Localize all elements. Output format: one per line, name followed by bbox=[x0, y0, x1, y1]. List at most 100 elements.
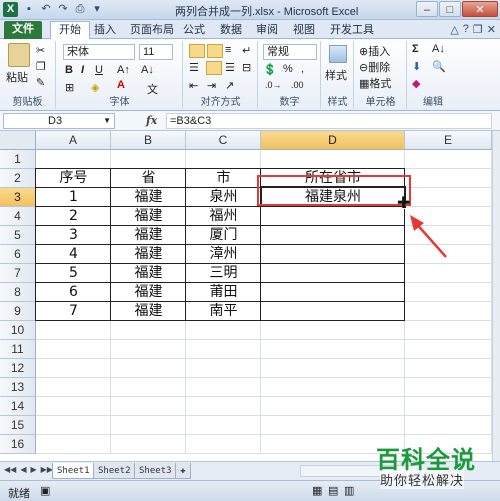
column-header-e[interactable]: E bbox=[405, 131, 492, 150]
row-header-13[interactable]: 13 bbox=[0, 378, 36, 397]
cell-b9[interactable]: 福建 bbox=[111, 302, 186, 321]
macro-record-icon[interactable]: ▣ bbox=[40, 484, 50, 497]
font-size-select[interactable]: 11 bbox=[139, 44, 173, 60]
cell-d6[interactable] bbox=[261, 245, 405, 264]
customize-icon[interactable]: ▾ bbox=[90, 2, 104, 17]
sort-filter-icon[interactable]: A↓ bbox=[432, 43, 445, 55]
row-header-10[interactable]: 10 bbox=[0, 321, 36, 340]
column-header-a[interactable]: A bbox=[36, 131, 111, 150]
cell-c9[interactable]: 南平 bbox=[186, 302, 261, 321]
copy-icon[interactable]: ❐ bbox=[36, 60, 46, 73]
cell-a8[interactable]: 6 bbox=[36, 283, 111, 302]
tab-data[interactable]: 数据 bbox=[212, 22, 250, 39]
bold-icon[interactable]: B bbox=[65, 64, 73, 76]
cell-c5[interactable]: 厦门 bbox=[186, 226, 261, 245]
sheet-tab-sheet1[interactable]: Sheet1 bbox=[52, 463, 95, 479]
font-color-icon[interactable]: A bbox=[117, 79, 125, 91]
cut-icon[interactable]: ✂ bbox=[36, 44, 45, 57]
cell-a6[interactable]: 4 bbox=[36, 245, 111, 264]
decrease-indent-icon[interactable]: ⇤ bbox=[189, 79, 198, 92]
cell-d5[interactable] bbox=[261, 226, 405, 245]
cell-a7[interactable]: 5 bbox=[36, 264, 111, 283]
print-preview-icon[interactable]: ⎙ bbox=[73, 2, 87, 17]
shrink-font-icon[interactable]: A↓ bbox=[141, 64, 154, 76]
row-header-6[interactable]: 6 bbox=[0, 245, 36, 264]
undo-icon[interactable]: ↶ bbox=[39, 2, 53, 17]
restore-icon[interactable]: ❐ bbox=[473, 23, 483, 36]
row-header-5[interactable]: 5 bbox=[0, 226, 36, 245]
insert-function-icon[interactable]: fx bbox=[146, 114, 157, 127]
cell-b2[interactable]: 省 bbox=[111, 169, 186, 188]
formula-input[interactable]: =B3&C3 bbox=[166, 113, 492, 129]
autosum-icon[interactable]: Σ bbox=[412, 43, 419, 55]
cell-a2[interactable]: 序号 bbox=[36, 169, 111, 188]
sheet-tab-sheet3[interactable]: Sheet3 bbox=[134, 463, 177, 479]
row-header-9[interactable]: 9 bbox=[0, 302, 36, 321]
cell-b6[interactable]: 福建 bbox=[111, 245, 186, 264]
page-break-view-icon[interactable]: ▥ bbox=[344, 484, 354, 497]
cell-a3[interactable]: 1 bbox=[36, 188, 111, 207]
help-icon[interactable]: ? bbox=[463, 23, 469, 36]
number-format-select[interactable]: 常规 bbox=[263, 44, 317, 60]
merge-center-icon[interactable]: ⊟ bbox=[242, 61, 251, 74]
comma-icon[interactable]: , bbox=[301, 63, 304, 75]
row-header-11[interactable]: 11 bbox=[0, 340, 36, 359]
cell-d9[interactable] bbox=[261, 302, 405, 321]
row-header-14[interactable]: 14 bbox=[0, 397, 36, 416]
row-header-15[interactable]: 15 bbox=[0, 416, 36, 435]
cell-d4[interactable] bbox=[261, 207, 405, 226]
align-right-icon[interactable]: ☰ bbox=[225, 61, 235, 74]
name-box[interactable]: D3 ▼ bbox=[3, 113, 115, 129]
currency-icon[interactable]: 💲 bbox=[263, 63, 277, 76]
page-layout-view-icon[interactable]: ▤ bbox=[328, 484, 338, 497]
cell-b3[interactable]: 福建 bbox=[111, 188, 186, 207]
fill-icon[interactable]: ⬇ bbox=[412, 60, 421, 73]
column-header-c[interactable]: C bbox=[186, 131, 261, 150]
styles-icon[interactable] bbox=[329, 45, 347, 63]
format-painter-icon[interactable]: ✎ bbox=[36, 76, 45, 89]
cell-d8[interactable] bbox=[261, 283, 405, 302]
next-sheet-icon[interactable]: ▶ bbox=[30, 465, 36, 474]
cell-c2[interactable]: 市 bbox=[186, 169, 261, 188]
cell-b5[interactable]: 福建 bbox=[111, 226, 186, 245]
font-name-select[interactable]: 宋体 bbox=[63, 44, 135, 60]
tab-view[interactable]: 视图 bbox=[285, 22, 323, 39]
clear-icon[interactable]: ◆ bbox=[412, 77, 420, 90]
cell-c6[interactable]: 漳州 bbox=[186, 245, 261, 264]
cell-b4[interactable]: 福建 bbox=[111, 207, 186, 226]
align-middle-icon[interactable] bbox=[207, 44, 223, 58]
paste-button[interactable]: 粘贴 bbox=[6, 69, 28, 85]
align-left-icon[interactable]: ☰ bbox=[189, 61, 199, 74]
tab-page-layout[interactable]: 页面布局 bbox=[122, 22, 182, 39]
close-icon[interactable]: ✕ bbox=[462, 1, 498, 17]
redo-icon[interactable]: ↷ bbox=[56, 2, 70, 17]
new-sheet-icon[interactable]: ✚ bbox=[175, 463, 191, 479]
underline-icon[interactable]: U bbox=[95, 64, 103, 76]
cell-a4[interactable]: 2 bbox=[36, 207, 111, 226]
increase-indent-icon[interactable]: ⇥ bbox=[207, 79, 216, 92]
grow-font-icon[interactable]: A↑ bbox=[117, 64, 130, 76]
tab-review[interactable]: 审阅 bbox=[248, 22, 286, 39]
workbook-close-icon[interactable]: ✕ bbox=[487, 23, 496, 36]
align-top-icon[interactable] bbox=[189, 44, 205, 58]
column-header-b[interactable]: B bbox=[111, 131, 186, 150]
row-header-7[interactable]: 7 bbox=[0, 264, 36, 283]
cell-a9[interactable]: 7 bbox=[36, 302, 111, 321]
tab-developer[interactable]: 开发工具 bbox=[322, 22, 382, 39]
percent-icon[interactable]: % bbox=[283, 63, 293, 75]
row-header-12[interactable]: 12 bbox=[0, 359, 36, 378]
normal-view-icon[interactable]: ▦ bbox=[312, 484, 322, 497]
italic-icon[interactable]: I bbox=[81, 64, 84, 76]
sheet-tab-sheet2[interactable]: Sheet2 bbox=[93, 463, 136, 479]
minimize-icon[interactable]: – bbox=[416, 1, 438, 17]
row-header-8[interactable]: 8 bbox=[0, 283, 36, 302]
row-header-3[interactable]: 3 bbox=[0, 188, 36, 207]
prev-sheet-icon[interactable]: ◀ bbox=[20, 465, 26, 474]
first-sheet-icon[interactable]: ◀◀ bbox=[4, 465, 16, 474]
cell-b7[interactable]: 福建 bbox=[111, 264, 186, 283]
orientation-icon[interactable]: ↗ bbox=[225, 79, 234, 92]
save-icon[interactable]: ▪ bbox=[22, 2, 36, 17]
vertical-scrollbar[interactable] bbox=[492, 131, 500, 461]
ribbon-minimize-icon[interactable]: △ bbox=[450, 23, 458, 36]
align-center-icon[interactable] bbox=[206, 61, 222, 75]
